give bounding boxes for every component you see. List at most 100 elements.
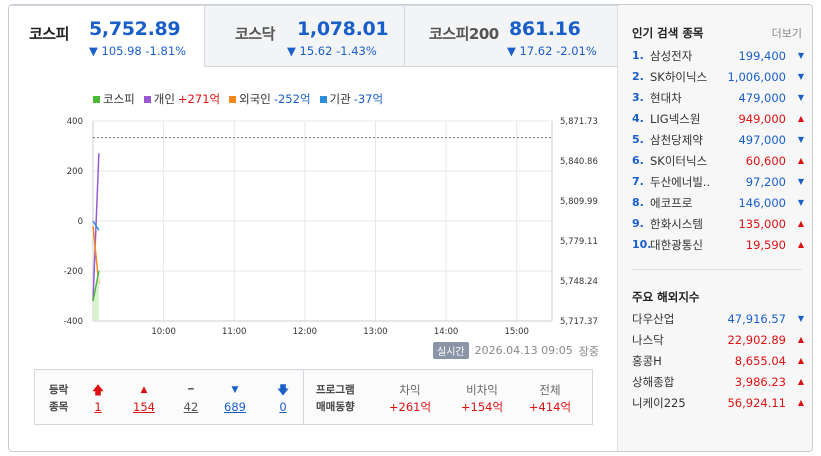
- popular-stock-row[interactable]: 10. 대한광통신 19,590 ▲: [632, 234, 804, 255]
- stock-price: 1,006,000: [727, 69, 786, 84]
- stock-rank: 6.: [632, 154, 644, 167]
- x-tick-label: 10:00: [151, 327, 176, 337]
- stock-rank: 2.: [632, 70, 644, 83]
- program-non-arbitrage: 비차익 +154억: [454, 382, 510, 416]
- program-value: +414억: [528, 400, 572, 414]
- x-tick-label: 11:00: [222, 327, 247, 337]
- program-value: +154억: [460, 400, 504, 414]
- program-label: 프로그램 매매동향: [316, 382, 355, 416]
- tab-kospi[interactable]: 코스피 5,752.89 ▼ 105.98 -1.81%: [9, 5, 205, 67]
- stock-price: 949,000: [738, 111, 786, 126]
- popular-stock-row[interactable]: 2. SK하이닉스 1,006,000 ▼: [632, 66, 804, 87]
- breadth-lower-limit[interactable]: 🡇 0: [263, 382, 303, 416]
- intraday-chart: 400 200 0 -200 -400 10:00 11:00 12:00 13:00 14:00…: [9, 105, 617, 345]
- stock-rank: 1.: [632, 49, 644, 62]
- index-price: 22,902.89: [727, 332, 786, 347]
- rise-icon: ▲: [797, 156, 804, 165]
- index-price: 8,655.04: [734, 353, 786, 368]
- breadth-label-line1: 등락: [49, 384, 69, 396]
- overseas-index-row[interactable]: 다우산업 47,916.57 ▼: [632, 308, 804, 329]
- stock-name: 삼천당제약: [650, 132, 703, 147]
- stock-rank: 8.: [632, 196, 644, 209]
- x-tick-label: 14:00: [434, 327, 459, 337]
- y-right-tick-label: 5,809.99: [560, 197, 598, 207]
- tab-change: ▼ 105.98 -1.81%: [89, 44, 187, 58]
- tab-kospi200[interactable]: 코스피200 861.16 ▼ 17.62 -2.01%: [405, 5, 617, 67]
- tab-kosdaq[interactable]: 코스닥 1,078.01 ▼ 15.62 -1.43%: [205, 5, 405, 67]
- breadth-label: 등락 종목: [49, 382, 68, 416]
- stock-name: 두산에너빌..: [650, 174, 711, 189]
- index-price: 56,924.11: [727, 395, 786, 410]
- overseas-index-row[interactable]: 홍콩H 8,655.04 ▲: [632, 350, 804, 371]
- realtime-badge[interactable]: 실시간: [433, 342, 469, 359]
- popular-stocks-title: 인기 검색 종목: [632, 26, 704, 40]
- breadth-count: 154: [133, 400, 155, 414]
- stock-rank: 4.: [632, 112, 644, 125]
- y-left-tick-label: 200: [67, 167, 83, 177]
- status-session: 장중: [578, 344, 600, 358]
- breadth-falling[interactable]: ▼ 689: [215, 382, 255, 416]
- index-name: 다우산업: [632, 311, 675, 326]
- overseas-index-row[interactable]: 상해종합 3,986.23 ▲: [632, 371, 804, 392]
- market-breadth-box: 등락 종목 🡅 1 ▲ 154 ━ 42 ▼ 689 🡇 0 프로그램 매매동향…: [34, 369, 593, 425]
- stock-rank: 5.: [632, 133, 644, 146]
- popular-stock-row[interactable]: 7. 두산에너빌.. 97,200 ▼: [632, 171, 804, 192]
- flat-icon: ━: [188, 385, 194, 395]
- popular-stock-row[interactable]: 8. 에코프로 146,000 ▼: [632, 192, 804, 213]
- stock-name: 한화시스템: [650, 216, 703, 231]
- fall-icon: ▼: [231, 385, 239, 395]
- chart-svg: 400 200 0 -200 -400 10:00 11:00 12:00 13:00 14:00…: [64, 117, 598, 337]
- overseas-index-row[interactable]: 나스닥 22,902.89 ▲: [632, 329, 804, 350]
- fall-icon: ▼: [797, 72, 804, 81]
- popular-stock-row[interactable]: 9. 한화시스템 135,000 ▲: [632, 213, 804, 234]
- stock-name: 삼성전자: [650, 48, 693, 63]
- popular-more-link[interactable]: 더보기: [772, 25, 802, 41]
- index-name: 상해종합: [632, 374, 675, 389]
- program-trading-section: 프로그램 매매동향 차익 +261억 비차익 +154억 전체 +414억: [304, 370, 592, 424]
- legend-swatch: [143, 95, 151, 103]
- rise-icon: ▲: [797, 398, 804, 407]
- stock-name: SK이터닉스: [650, 153, 708, 168]
- breadth-upper-limit[interactable]: 🡅 1: [78, 382, 118, 416]
- legend-swatch: [319, 95, 327, 103]
- stock-price: 97,200: [745, 174, 786, 189]
- y-right-tick-label: 5,717.37: [560, 317, 598, 327]
- x-tick-label: 12:00: [293, 327, 318, 337]
- stock-name: SK하이닉스: [650, 69, 708, 84]
- chart-status: 실시간 2026.04.13 09:05 장중: [433, 342, 599, 359]
- rise-icon: ▲: [797, 335, 804, 344]
- fall-icon: ▼: [797, 51, 804, 60]
- breadth-unchanged[interactable]: ━ 42: [171, 382, 211, 416]
- program-total: 전체 +414억: [522, 382, 578, 416]
- popular-stock-row[interactable]: 4. LIG넥스원 949,000 ▲: [632, 108, 804, 129]
- breadth-rising[interactable]: ▲ 154: [124, 382, 164, 416]
- stock-rank: 9.: [632, 217, 644, 230]
- limit-down-icon: 🡇: [276, 383, 290, 397]
- stock-price: 497,000: [738, 132, 786, 147]
- stock-name: 현대차: [650, 90, 682, 105]
- index-price: 47,916.57: [727, 311, 786, 326]
- program-header: 전체: [539, 383, 561, 397]
- index-price: 3,986.23: [734, 374, 786, 389]
- program-header: 차익: [399, 383, 421, 397]
- legend-swatch: [229, 95, 237, 103]
- rise-icon: ▲: [797, 377, 804, 386]
- popular-stock-row[interactable]: 1. 삼성전자 199,400 ▼: [632, 45, 804, 66]
- rise-icon: ▲: [797, 356, 804, 365]
- popular-stock-row[interactable]: 6. SK이터닉스 60,600 ▲: [632, 150, 804, 171]
- popular-stock-row[interactable]: 5. 삼천당제약 497,000 ▼: [632, 129, 804, 150]
- index-name: 니케이225: [632, 395, 686, 410]
- stock-name: LIG넥스원: [650, 111, 701, 126]
- program-header: 비차익: [466, 383, 498, 397]
- breadth-count: 1: [94, 400, 102, 414]
- popular-stock-row[interactable]: 3. 현대차 479,000 ▼: [632, 87, 804, 108]
- stock-price: 199,400: [738, 48, 786, 63]
- overseas-index-row[interactable]: 니케이225 56,924.11 ▲: [632, 392, 804, 413]
- rise-icon: ▲: [140, 385, 148, 395]
- rise-icon: ▲: [797, 240, 804, 249]
- stock-rank: 10.: [632, 238, 652, 251]
- tab-name: 코스피200: [429, 25, 499, 43]
- tab-change: ▼ 17.62 -2.01%: [507, 44, 597, 58]
- tab-value: 861.16: [509, 18, 581, 40]
- stock-rank: 7.: [632, 175, 644, 188]
